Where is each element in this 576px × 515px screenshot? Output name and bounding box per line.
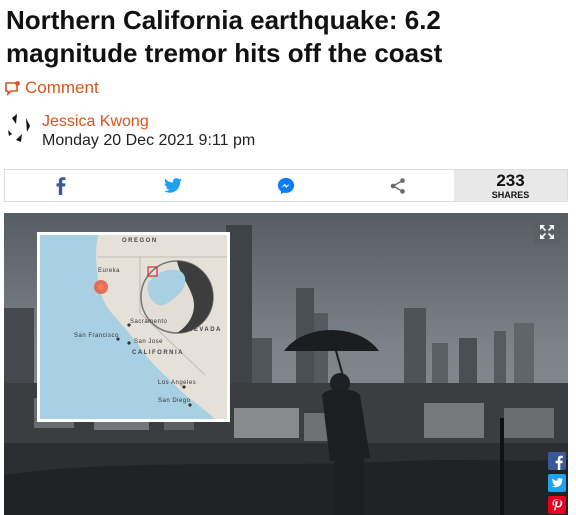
share-icon	[390, 177, 405, 194]
share-count-label: SHARES	[491, 189, 530, 200]
twitter-share-button[interactable]	[117, 170, 229, 201]
twitter-icon	[548, 474, 566, 492]
pinterest-icon	[548, 496, 566, 514]
hero-image[interactable]: OREGON Eureka Sacramento NEVADA San Fran…	[4, 213, 568, 515]
publish-date: Monday 20 Dec 2021 9:11 pm	[42, 132, 256, 149]
byline: Jessica Kwong Monday 20 Dec 2021 9:11 pm	[4, 112, 255, 151]
expand-image-button[interactable]	[534, 219, 560, 245]
earthquake-map: OREGON Eureka Sacramento NEVADA San Fran…	[37, 232, 230, 422]
rail-twitter-button[interactable]	[546, 473, 568, 493]
messenger-share-button[interactable]	[230, 170, 342, 201]
facebook-icon	[56, 176, 66, 195]
map-label-sacramento: Sacramento	[130, 319, 168, 325]
facebook-share-button[interactable]	[5, 170, 117, 201]
rail-facebook-button[interactable]	[546, 451, 568, 471]
comment-link[interactable]: Comment	[4, 78, 99, 98]
map-label-nevada: NEVADA	[188, 327, 222, 333]
map-label-eureka: Eureka	[98, 268, 121, 274]
twitter-icon	[164, 178, 183, 193]
share-bar: 233 SHARES	[4, 169, 568, 202]
comment-icon	[5, 81, 20, 96]
author-avatar	[8, 114, 30, 142]
map-label-san-diego: San Diego	[158, 398, 191, 404]
map-label-san-francisco: San Francisco	[74, 333, 119, 339]
more-share-button[interactable]	[342, 170, 454, 201]
messenger-icon	[277, 177, 294, 194]
share-count: 233 SHARES	[454, 170, 567, 201]
social-share-rail	[546, 451, 568, 515]
map-label-california: CALIFORNIA	[132, 350, 184, 356]
comment-label: Comment	[25, 78, 99, 97]
expand-icon	[540, 225, 554, 239]
map-label-oregon: OREGON	[122, 238, 158, 244]
article-headline: Northern California earthquake: 6.2 magn…	[6, 5, 443, 68]
rail-pinterest-button[interactable]	[546, 495, 568, 515]
map-label-san-jose: San Jose	[134, 339, 164, 345]
facebook-icon	[548, 452, 566, 470]
share-count-number: 233	[496, 170, 525, 190]
author-link[interactable]: Jessica Kwong	[42, 112, 255, 131]
map-label-los-angeles: Los Angeles	[158, 380, 197, 386]
